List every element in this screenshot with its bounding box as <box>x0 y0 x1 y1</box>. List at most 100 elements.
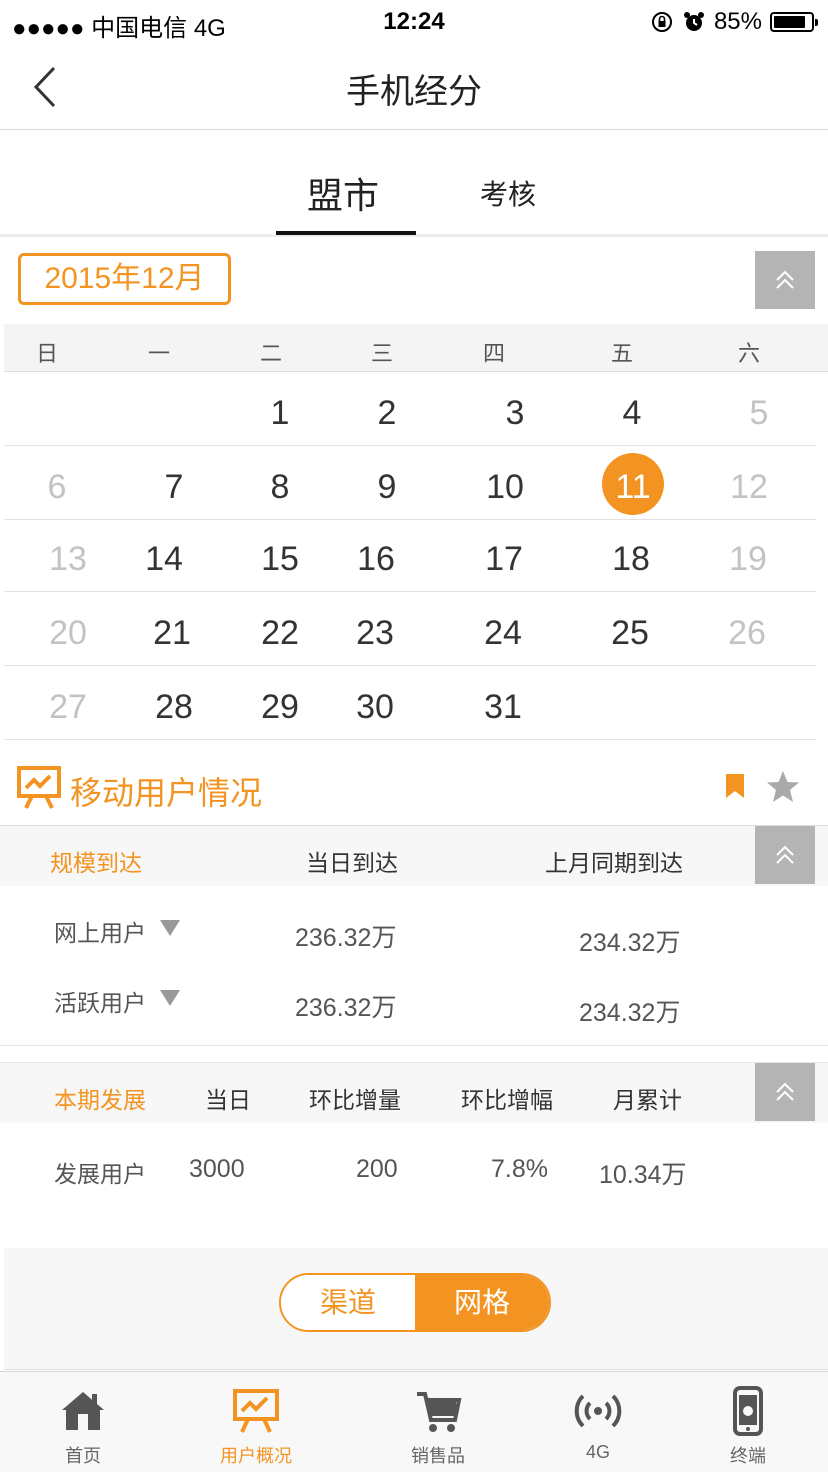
calendar-day[interactable]: 16 <box>336 540 416 579</box>
triangle-down-icon[interactable] <box>160 990 180 1006</box>
calendar-day[interactable]: 26 <box>707 614 787 653</box>
tabbar-item-terminal[interactable]: 终端 <box>688 1372 808 1472</box>
calendar-collapse-button[interactable] <box>755 251 815 309</box>
calendar-day[interactable]: 27 <box>28 688 108 727</box>
tab-indicator <box>276 231 416 235</box>
calendar-day[interactable]: 2 <box>347 394 427 433</box>
alarm-icon <box>683 12 704 31</box>
calendar-day[interactable]: 28 <box>134 688 214 727</box>
developed-month-total: 10.34万 <box>599 1161 687 1189</box>
tab-bar: 盟市 考核 <box>0 131 828 237</box>
developed-today: 3000 <box>189 1155 245 1183</box>
signal-broadcast-icon <box>574 1394 622 1428</box>
calendar-day[interactable]: 19 <box>708 540 788 579</box>
calendar-day[interactable]: 14 <box>124 540 204 579</box>
row-label-active-users: 活跃用户 <box>54 990 146 1016</box>
row-label-developed-users: 发展用户 <box>54 1161 146 1187</box>
double-chevron-up-icon <box>776 1082 794 1101</box>
calendar-day[interactable]: 7 <box>134 468 214 507</box>
calendar-day[interactable]: 21 <box>132 614 212 653</box>
header-mom-increase: 环比增量 <box>309 1087 401 1113</box>
weekday-label: 日 <box>35 341 58 366</box>
weekday-label: 五 <box>610 341 633 366</box>
calendar-day[interactable]: 4 <box>592 394 672 433</box>
header-scale-arrival: 规模到达 <box>50 850 142 876</box>
calendar-day-selected[interactable]: 11 <box>593 468 673 507</box>
calendar-day[interactable]: 17 <box>464 540 544 579</box>
active-users-last-month: 234.32万 <box>579 999 681 1027</box>
home-icon <box>62 1392 104 1430</box>
calendar-day[interactable]: 8 <box>240 468 320 507</box>
weekday-label: 四 <box>482 341 505 366</box>
calendar-day[interactable]: 20 <box>28 614 108 653</box>
mobile-users-section-header: 移动用户情况 <box>0 746 828 826</box>
presentation-chart-icon <box>233 1389 279 1433</box>
tabbar-label-terminal: 终端 <box>730 1446 766 1466</box>
tab-assessment[interactable]: 考核 <box>480 173 536 213</box>
rotation-lock-icon <box>651 12 672 32</box>
tabbar-item-4g[interactable]: 4G <box>538 1372 658 1472</box>
header-last-month-arrival: 上月同期到达 <box>545 850 683 876</box>
calendar-day[interactable]: 23 <box>335 614 415 653</box>
tabbar-label-4g: 4G <box>585 1442 610 1462</box>
row-label-online-users: 网上用户 <box>54 920 146 946</box>
dev-panel-collapse-button[interactable] <box>755 1063 815 1121</box>
calendar-day[interactable]: 31 <box>463 688 543 727</box>
online-users-today: 236.32万 <box>295 924 397 952</box>
star-icon[interactable] <box>765 770 801 804</box>
tabbar-item-home[interactable]: 首页 <box>23 1372 143 1472</box>
tabbar-item-user-overview[interactable]: 用户概况 <box>196 1372 316 1472</box>
tabbar-item-sales[interactable]: 销售品 <box>378 1372 498 1472</box>
segment-grid[interactable]: 网格 <box>415 1275 549 1330</box>
channel-grid-segment: 渠道 网格 <box>279 1273 551 1332</box>
calendar-week-row: 13 14 15 16 17 18 19 <box>4 520 816 592</box>
calendar-day[interactable]: 25 <box>590 614 670 653</box>
weekday-label: 一 <box>147 341 170 366</box>
calendar-week-row: 20 21 22 23 24 25 26 <box>4 594 816 666</box>
calendar-week-row: 27 28 29 30 31 <box>4 668 816 740</box>
battery-percent: 85% <box>713 8 762 35</box>
phone-device-icon <box>733 1386 763 1436</box>
double-chevron-up-icon <box>776 270 794 289</box>
month-selector[interactable]: 2015年12月 <box>18 253 231 305</box>
calendar-day[interactable]: 15 <box>240 540 320 579</box>
tabbar-label-home: 首页 <box>65 1446 101 1466</box>
development-panel: 本期发展 当日 环比增量 环比增幅 月累计 发展用户 3000 200 7.8%… <box>0 1062 828 1248</box>
nav-bar: 手机经分 <box>0 44 828 130</box>
online-users-last-month: 234.32万 <box>579 929 681 957</box>
scale-panel-collapse-button[interactable] <box>755 826 815 884</box>
presentation-chart-icon <box>17 766 61 809</box>
status-bar: ●●●●● 中国电信 4G 12:24 85% <box>0 0 828 44</box>
calendar-day[interactable]: 1 <box>240 394 320 433</box>
tabbar-label-sales: 销售品 <box>411 1446 465 1466</box>
tab-league-city[interactable]: 盟市 <box>307 167 379 219</box>
header-current-development: 本期发展 <box>54 1087 146 1113</box>
calendar-week-row: 1 2 3 4 5 <box>4 374 816 446</box>
calendar-day[interactable]: 12 <box>709 468 789 507</box>
double-chevron-up-icon <box>776 845 794 864</box>
calendar-day[interactable]: 22 <box>240 614 320 653</box>
calendar-day[interactable]: 3 <box>475 394 555 433</box>
header-today: 当日 <box>205 1087 251 1113</box>
dev-panel-header: 本期发展 当日 环比增量 环比增幅 月累计 <box>0 1063 828 1123</box>
calendar-day[interactable]: 13 <box>28 540 108 579</box>
weekday-header: 日 一 二 三 四 五 六 <box>4 324 828 372</box>
page-title: 手机经分 <box>346 73 482 111</box>
status-right: 85% <box>650 8 818 36</box>
calendar-day[interactable]: 24 <box>463 614 543 653</box>
segment-channel[interactable]: 渠道 <box>281 1275 415 1330</box>
cart-icon <box>417 1392 462 1432</box>
scale-arrival-panel: 规模到达 当日到达 上月同期到达 网上用户 236.32万 234.32万 活跃… <box>0 826 828 1046</box>
bookmark-icon[interactable] <box>724 772 746 800</box>
weekday-label: 六 <box>737 341 760 366</box>
developed-mom-rate: 7.8% <box>491 1155 548 1183</box>
calendar-day[interactable]: 9 <box>347 468 427 507</box>
section-title: 移动用户情况 <box>70 775 263 811</box>
calendar-day[interactable]: 18 <box>591 540 671 579</box>
calendar-day[interactable]: 30 <box>335 688 415 727</box>
calendar-day[interactable]: 10 <box>465 468 545 507</box>
calendar-day[interactable]: 6 <box>17 468 97 507</box>
calendar-day[interactable]: 5 <box>719 394 799 433</box>
triangle-down-icon[interactable] <box>160 920 180 936</box>
calendar-day[interactable]: 29 <box>240 688 320 727</box>
